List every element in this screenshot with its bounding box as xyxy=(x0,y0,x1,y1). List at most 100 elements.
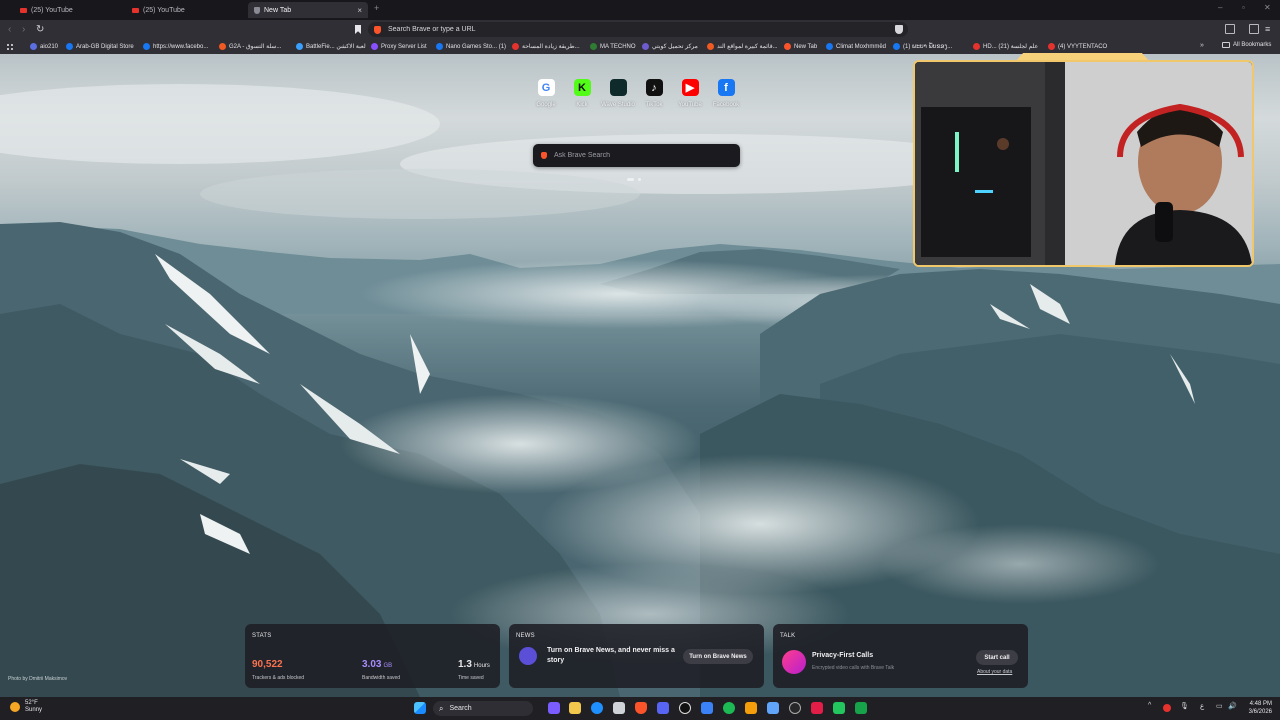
maximize-icon[interactable]: ▫ xyxy=(1242,3,1245,12)
site-icon xyxy=(609,79,627,96)
tab-youtube-1[interactable]: (25) YouTube xyxy=(14,2,126,18)
favicon-icon xyxy=(973,43,980,50)
favicon-icon xyxy=(784,43,791,50)
top-site-wave-studio[interactable]: Wave Studio xyxy=(598,79,638,119)
sidebar-icon[interactable] xyxy=(1225,24,1235,34)
bookmark-item[interactable]: (1) ພະບາ ພັບຂອງ... xyxy=(893,43,952,50)
obs-icon[interactable] xyxy=(679,702,691,714)
youtube-icon xyxy=(132,7,139,13)
bookmark-item[interactable]: قائمة كبيرة لمواقع الند... xyxy=(707,43,778,50)
discord-icon[interactable] xyxy=(657,702,669,714)
talk-heading: Privacy-First Calls xyxy=(812,652,874,659)
bookmark-item[interactable]: New Tab xyxy=(784,43,817,50)
address-bar[interactable] xyxy=(368,22,908,37)
tab-new-tab[interactable]: New Tab × xyxy=(248,2,368,18)
app-icon[interactable] xyxy=(811,702,823,714)
bookmark-item[interactable]: G2A - سلة التسوق... xyxy=(219,43,281,50)
site-icon: K xyxy=(573,79,591,96)
top-site-youtube[interactable]: ▶ YouTube xyxy=(670,79,710,119)
tray-app-icon[interactable] xyxy=(1163,704,1171,712)
top-sites-page-indicator[interactable] xyxy=(638,178,641,181)
menu-icon[interactable]: ≡ xyxy=(1265,24,1270,34)
brave-logo-icon xyxy=(541,152,547,159)
bookmark-item[interactable]: (4) VYYTENTACO xyxy=(1048,43,1107,50)
trackers-value: 90,522 xyxy=(252,659,283,670)
forward-button[interactable]: › xyxy=(22,24,25,35)
photos-icon[interactable] xyxy=(767,702,779,714)
system-clock[interactable]: 4:48 PM 3/6/2026 xyxy=(1240,700,1272,716)
windows-start-icon[interactable] xyxy=(414,702,426,714)
taskbar-search[interactable]: ⌕ Search xyxy=(433,701,533,716)
youtube-icon xyxy=(20,7,27,13)
top-site-tiktok[interactable]: ♪ TikTok xyxy=(634,79,674,119)
brave-taskbar-icon[interactable] xyxy=(635,702,647,714)
apps-grid-icon[interactable] xyxy=(6,43,14,51)
copilot-icon[interactable] xyxy=(548,702,560,714)
store-icon[interactable] xyxy=(613,702,625,714)
close-tab-icon[interactable]: × xyxy=(357,6,362,15)
bandwidth-stat: 3.03 GB Bandwidth saved xyxy=(362,654,400,681)
site-icon: ♪ xyxy=(645,79,663,96)
all-bookmarks-label: All Bookmarks xyxy=(1233,42,1272,48)
bookmark-item[interactable]: aio210 xyxy=(30,43,58,50)
top-sites-page-indicator[interactable] xyxy=(627,178,634,181)
brave-shields-icon[interactable] xyxy=(895,25,903,34)
brave-news-icon xyxy=(519,647,537,665)
spotify-icon[interactable] xyxy=(723,702,735,714)
network-icon[interactable]: ▭ xyxy=(1216,702,1223,710)
favicon-icon xyxy=(66,43,73,50)
brave-search-box[interactable] xyxy=(533,144,740,167)
site-label: YouTube xyxy=(678,102,702,108)
favicon-icon xyxy=(143,43,150,50)
photo-credit: Photo by Dmitrii Maksimov xyxy=(8,676,68,682)
new-tab-button[interactable]: + xyxy=(374,3,379,13)
bookmark-item[interactable]: Climat Moxhmmëd xyxy=(826,43,886,50)
minimize-icon[interactable]: – xyxy=(1218,3,1222,12)
bookmark-item[interactable]: BattleFie... لعبة الاكشن xyxy=(296,43,366,50)
language-indicator[interactable]: ع xyxy=(1200,702,1204,710)
trackers-stat: 90,522 Trackers & ads blocked xyxy=(252,654,304,681)
bookmark-item[interactable]: HD... علم لجلسة (21) xyxy=(973,43,1038,50)
search-icon: ⌕ xyxy=(439,703,444,713)
bookmark-item[interactable]: MA TECHNO xyxy=(590,43,636,50)
volume-icon[interactable]: 🔊 xyxy=(1228,702,1237,710)
media-player-icon[interactable] xyxy=(789,702,801,714)
bookmark-label: Proxy Server List xyxy=(381,43,427,50)
app-icon[interactable] xyxy=(833,702,845,714)
talk-title: TALK xyxy=(780,633,796,639)
all-bookmarks-button[interactable]: All Bookmarks xyxy=(1222,42,1271,48)
bookmark-item[interactable]: Arab-GB Digital Store xyxy=(66,43,134,50)
edge-icon[interactable] xyxy=(591,702,603,714)
site-label: Kick xyxy=(576,102,588,108)
tray-expand-icon[interactable]: ^ xyxy=(1148,702,1151,709)
bookmark-item[interactable]: Proxy Server List xyxy=(371,43,427,50)
microphone-icon[interactable]: 🎙 xyxy=(1180,702,1189,710)
window-close-icon[interactable]: ✕ xyxy=(1264,3,1271,12)
top-site-google[interactable]: G Google xyxy=(526,79,566,119)
bookmark-item[interactable]: مركز تحميل كوبتي xyxy=(642,43,698,50)
site-icon: G xyxy=(537,79,555,96)
about-data-link[interactable]: About your data xyxy=(977,669,1012,675)
xbox-icon[interactable] xyxy=(855,702,867,714)
reload-button[interactable]: ↻ xyxy=(36,24,44,35)
bookmark-item[interactable]: طريقة زيادة المساحة... xyxy=(512,43,580,50)
address-input[interactable] xyxy=(388,26,868,33)
bookmark-item[interactable]: Nano Games Sto... (1) xyxy=(436,43,506,50)
site-label: Facebook xyxy=(712,102,740,108)
bookmark-item[interactable]: https://www.facebo... xyxy=(143,43,208,50)
more-bookmarks-icon[interactable]: » xyxy=(1200,42,1204,49)
file-explorer-icon[interactable] xyxy=(569,702,581,714)
top-site-facebook[interactable]: f Facebook xyxy=(706,79,746,119)
tab-youtube-2[interactable]: (25) YouTube xyxy=(126,2,246,18)
trackers-caption: Trackers & ads blocked xyxy=(252,675,305,681)
start-call-button[interactable]: Start call xyxy=(976,650,1018,665)
turn-on-news-button[interactable]: Turn on Brave News xyxy=(683,649,753,664)
back-button[interactable]: ‹ xyxy=(8,24,11,35)
top-site-kick[interactable]: K Kick xyxy=(562,79,602,119)
cloud-icon[interactable] xyxy=(745,702,757,714)
weather-widget[interactable]: 52°F Sunny xyxy=(10,700,42,714)
wallet-icon[interactable] xyxy=(1249,24,1259,34)
notepad-icon[interactable] xyxy=(701,702,713,714)
search-input[interactable] xyxy=(554,152,724,159)
talk-widget: TALK Privacy-First Calls Encrypted video… xyxy=(773,624,1028,688)
